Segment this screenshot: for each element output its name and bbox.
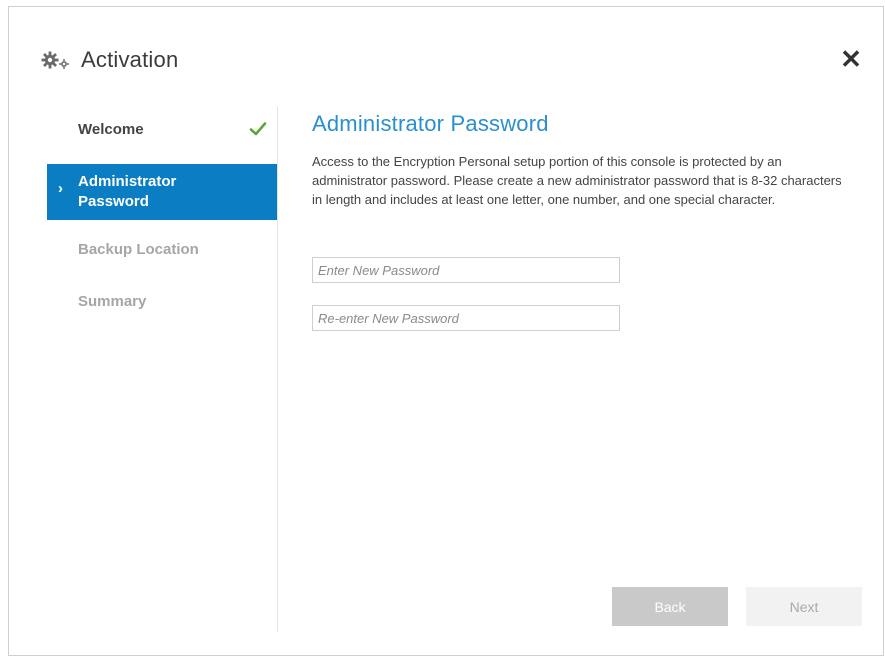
new-password-input[interactable]	[312, 257, 620, 283]
close-icon[interactable]: ✕	[840, 46, 862, 72]
step-backup-location[interactable]: Backup Location	[47, 226, 277, 272]
step-welcome[interactable]: Welcome	[47, 107, 277, 151]
step-label: Backup Location	[78, 240, 199, 258]
close-button[interactable]: ✕	[839, 46, 863, 72]
next-button[interactable]: Next	[746, 587, 862, 626]
back-button[interactable]: Back	[612, 587, 728, 626]
activation-dialog: Activation ✕ Welcome › Administrator Pas…	[8, 6, 884, 656]
step-label: Administrator Password	[78, 173, 177, 210]
chevron-right-icon: ›	[58, 180, 63, 197]
step-label: Summary	[78, 292, 147, 310]
dialog-title: Activation	[81, 47, 179, 72]
step-label: Welcome	[78, 120, 144, 138]
reenter-password-input[interactable]	[312, 305, 620, 331]
page-title: Administrator Password	[312, 111, 549, 136]
gears-icon	[41, 47, 73, 73]
step-administrator-password[interactable]: › Administrator Password	[47, 164, 277, 220]
step-summary[interactable]: Summary	[47, 278, 277, 324]
wizard-step-nav: Welcome › Administrator Password Backup …	[47, 107, 278, 632]
step-description: Access to the Encryption Personal setup …	[312, 154, 842, 207]
dialog-titlebar: Activation	[41, 43, 178, 77]
checkmark-icon	[249, 120, 267, 138]
step-content: Administrator Password Access to the Enc…	[312, 107, 852, 331]
